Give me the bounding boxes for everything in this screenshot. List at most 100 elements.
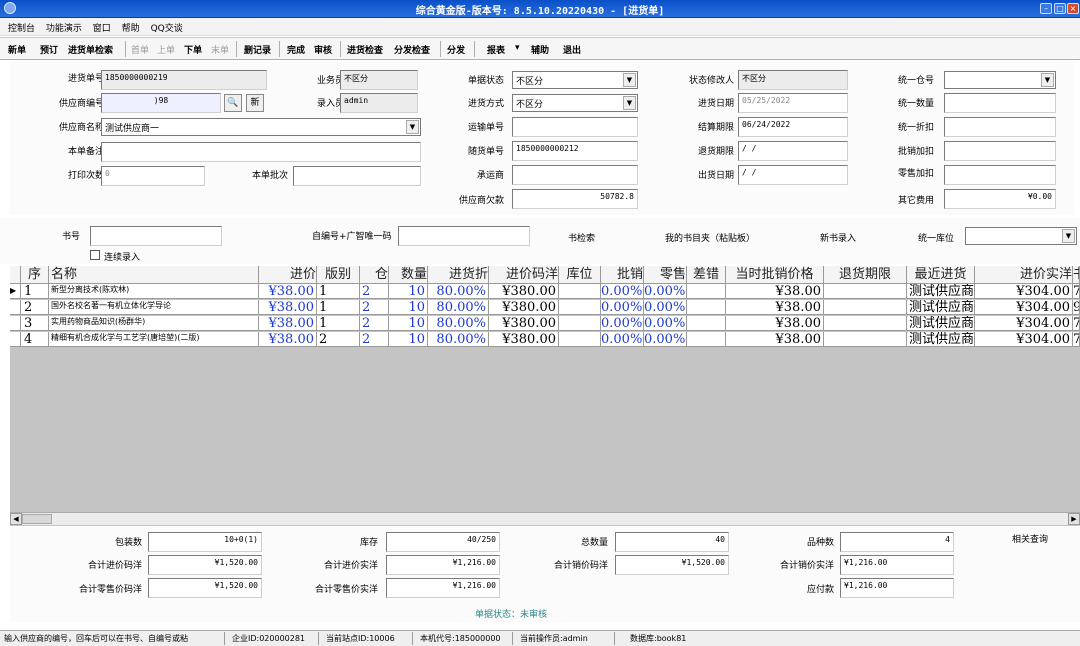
cell-loc[interactable] [559,300,601,315]
return-field[interactable]: / / [738,141,848,161]
cell-recent[interactable]: 测试供应商一 [907,332,975,347]
cell-qty[interactable]: 10 [389,332,428,347]
retail-add-field[interactable] [944,165,1056,185]
other-fee-field[interactable]: ¥0.00 [944,189,1056,209]
cell-extra[interactable]: 7 [1073,284,1080,299]
cell-disc[interactable]: 80.00% [428,332,489,347]
chevron-down-icon[interactable]: ▼ [623,73,636,87]
doc-status-select[interactable]: 不区分 ▼ [512,71,638,89]
cell-retail[interactable]: 0.00% [644,284,687,299]
chevron-down-icon[interactable]: ▼ [406,120,419,134]
unified-store-select[interactable]: ▼ [944,71,1056,89]
menu-demo[interactable]: 功能演示 [42,18,86,34]
close-icon[interactable]: × [1067,3,1079,14]
pack-field[interactable]: 10+0(1) [148,532,262,552]
preorder-button[interactable]: 预订 [40,43,58,56]
cell-qty[interactable]: 10 [389,284,428,299]
col-header[interactable]: 当时批销价格 [726,266,824,284]
cell-then-price[interactable]: ¥38.00 [726,284,824,299]
cell-code-amt[interactable]: ¥380.00 [489,284,559,299]
cell-then-price[interactable]: ¥38.00 [726,332,824,347]
finish-button[interactable]: 完成 [287,43,305,56]
cell-name[interactable]: 实用药物商品知识(杨群华) [49,316,259,331]
unified-loc-select[interactable]: ▼ [965,227,1077,245]
col-header[interactable]: 数量 [389,266,428,284]
cell-recent[interactable]: 测试供应商一 [907,284,975,299]
col-header[interactable]: 版别 [317,266,360,284]
book-search-link[interactable]: 书检索 [568,231,595,244]
cell-price[interactable]: ¥38.00 [259,300,317,315]
clerk-field[interactable]: 不区分 [340,70,418,90]
cell-wholesale[interactable]: 0.00% [601,332,644,347]
assist-button[interactable]: 辅助 [531,43,549,56]
cell-disc[interactable]: 80.00% [428,300,489,315]
col-header[interactable]: 名称 [49,266,259,284]
related-query-link[interactable]: 相关查询 [1012,532,1048,545]
report-button[interactable]: 报表 [487,43,505,56]
buy-code-field[interactable]: ¥1,520.00 [148,555,262,575]
cell-no[interactable]: 2 [21,300,49,315]
cell-extra[interactable]: 7 [1073,332,1080,347]
scroll-thumb[interactable] [22,514,52,524]
cell-err[interactable] [687,284,726,299]
report-dropdown-icon[interactable]: ▾ [515,43,520,53]
search-icon[interactable]: 🔍 [224,94,242,112]
col-header[interactable]: 进货折 [428,266,489,284]
chevron-down-icon[interactable]: ▼ [1062,229,1075,243]
cell-retail[interactable]: 0.00% [644,332,687,347]
cell-code-amt[interactable]: ¥380.00 [489,300,559,315]
total-qty-field[interactable]: 40 [615,532,729,552]
cell-price[interactable]: ¥38.00 [259,332,317,347]
col-header[interactable]: 库位 [559,266,601,284]
table-row[interactable]: 4 精细有机合成化学与工艺学(唐培堃)(二版) ¥38.00 2 2 10 80.00% ¥3… [10,332,1080,347]
cell-err[interactable] [687,300,726,315]
cell-extra[interactable]: 9 [1073,300,1080,315]
status-modifier-field[interactable]: 不区分 [738,70,848,90]
cell-retail[interactable]: 0.00% [644,316,687,331]
print-count-field[interactable]: 0 [101,166,205,186]
kinds-field[interactable]: 4 [840,532,954,552]
carrier-field[interactable] [512,165,638,185]
cell-ed[interactable]: 2 [317,332,360,347]
settle-field[interactable]: 06/24/2022 [738,117,848,137]
cell-return[interactable] [824,332,907,347]
cell-then-price[interactable]: ¥38.00 [726,300,824,315]
cell-store[interactable]: 2 [360,332,389,347]
unified-qty-field[interactable] [944,93,1056,113]
cell-store[interactable]: 2 [360,284,389,299]
date-field[interactable]: 05/25/2022 [738,93,848,113]
maximize-icon[interactable]: □ [1054,3,1066,14]
stock-check-button[interactable]: 进货检查 [347,43,383,56]
cell-err[interactable] [687,332,726,347]
col-header[interactable]: 进价码洋 [489,266,559,284]
self-code-field[interactable] [398,226,530,246]
cell-code-amt[interactable]: ¥380.00 [489,332,559,347]
cell-ed[interactable]: 1 [317,300,360,315]
new-supplier-button[interactable]: 新 [246,94,264,112]
transport-no-field[interactable] [512,117,638,137]
cell-name[interactable]: 新型分离技术(陈欢林) [49,284,259,299]
cell-loc[interactable] [559,284,601,299]
cell-real-amt[interactable]: ¥304.00 [975,332,1073,347]
cell-return[interactable] [824,316,907,331]
entry-field[interactable]: admin [340,93,418,113]
unified-discount-field[interactable] [944,117,1056,137]
distribute-button[interactable]: 分发 [447,43,465,56]
cell-err[interactable] [687,316,726,331]
retail-real-field[interactable]: ¥1,216.00 [386,578,500,598]
cell-real-amt[interactable]: ¥304.00 [975,316,1073,331]
cell-loc[interactable] [559,316,601,331]
horizontal-scrollbar[interactable]: ◀ ▶ [10,512,1080,525]
menu-help[interactable]: 帮助 [118,18,144,34]
cell-real-amt[interactable]: ¥304.00 [975,284,1073,299]
cell-code-amt[interactable]: ¥380.00 [489,316,559,331]
col-header[interactable]: 最近进货 [907,266,975,284]
chevron-down-icon[interactable]: ▼ [1041,73,1054,87]
cell-return[interactable] [824,284,907,299]
col-header[interactable]: 序 [21,266,49,284]
col-header[interactable]: 书 [1073,266,1080,284]
supplier-name-select[interactable]: 测试供应商一 ▼ [101,118,421,136]
col-header[interactable]: 批销 [601,266,644,284]
cell-no[interactable]: 4 [21,332,49,347]
method-select[interactable]: 不区分 ▼ [512,94,638,112]
